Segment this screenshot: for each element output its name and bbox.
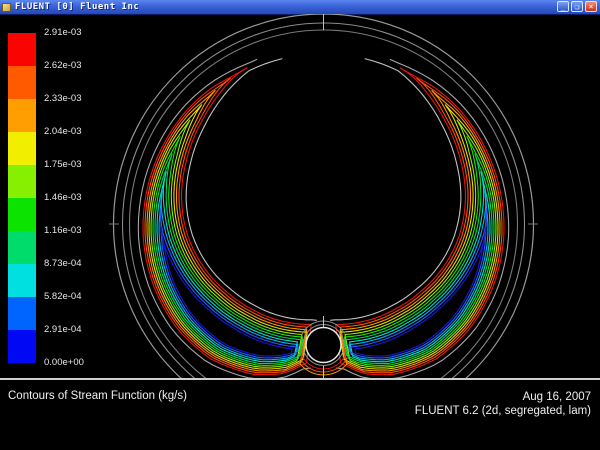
fluent-app-icon xyxy=(2,3,11,12)
colorbar-label: 5.82e-04 xyxy=(44,291,82,302)
restore-button[interactable]: ❏ xyxy=(571,1,583,12)
colorbar-band xyxy=(8,330,36,363)
colorbar-label: 2.62e-03 xyxy=(44,60,82,71)
colorbar-label: 1.16e-03 xyxy=(44,225,82,236)
window-title-bar[interactable]: FLUENT [0] Fluent Inc _ ❏ × xyxy=(0,0,600,15)
colorbar-label: 1.75e-03 xyxy=(44,159,82,170)
minimize-button[interactable]: _ xyxy=(557,1,569,12)
colorbar-label: 2.04e-03 xyxy=(44,126,82,137)
colorbar-band xyxy=(8,264,36,297)
colorbar-band xyxy=(8,297,36,330)
colorbar-band xyxy=(8,33,36,66)
colorbar-band xyxy=(8,165,36,198)
fluent-window: FLUENT [0] Fluent Inc _ ❏ × 2.91e-03 2.62… xyxy=(0,0,600,450)
colorbar-labels: 2.91e-03 2.62e-03 2.33e-03 2.04e-03 1.75e-03… xyxy=(44,27,114,372)
colorbar-band xyxy=(8,66,36,99)
colorbar-band xyxy=(8,198,36,231)
colorbar-band xyxy=(8,99,36,132)
caption-date: Aug 16, 2007 xyxy=(415,390,591,404)
colorbar-label: 2.91e-03 xyxy=(44,27,82,38)
colorbar-label: 2.91e-04 xyxy=(44,324,82,335)
colorbar-band xyxy=(8,132,36,165)
separator-line xyxy=(0,378,600,380)
caption-solver: FLUENT 6.2 (2d, segregated, lam) xyxy=(415,404,591,418)
caption-info: Aug 16, 2007 FLUENT 6.2 (2d, segregated,… xyxy=(415,390,591,418)
colorbar-band xyxy=(8,231,36,264)
colorbar-label: 1.46e-03 xyxy=(44,192,82,203)
colorbar xyxy=(8,33,36,363)
window-title: FLUENT [0] Fluent Inc xyxy=(15,0,139,14)
caption-quantity: Contours of Stream Function (kg/s) xyxy=(8,390,187,402)
colorbar-label: 2.33e-03 xyxy=(44,93,82,104)
colorbar-label: 0.00e+00 xyxy=(44,357,84,368)
colorbar-label: 8.73e-04 xyxy=(44,258,82,269)
close-button[interactable]: × xyxy=(585,1,597,12)
